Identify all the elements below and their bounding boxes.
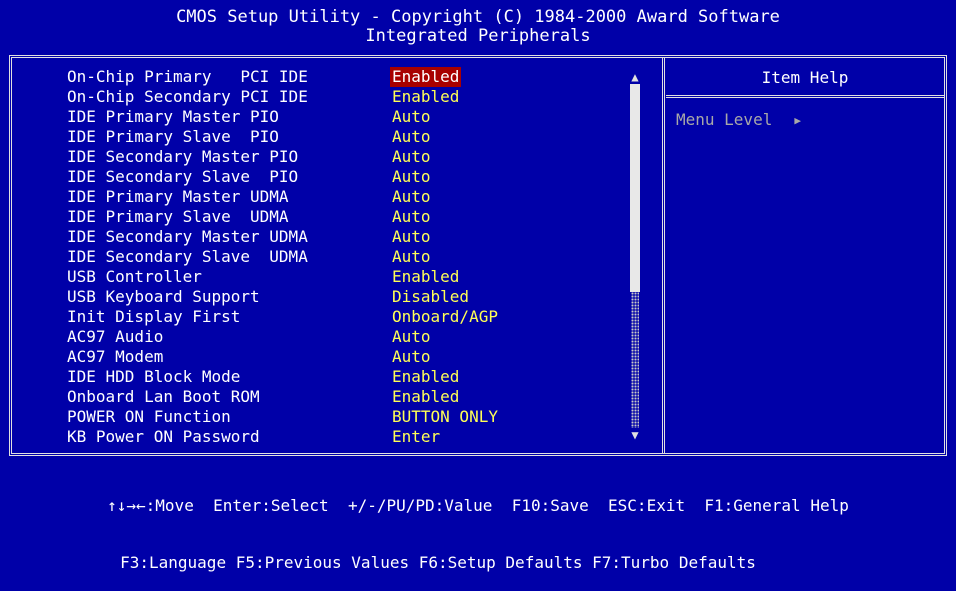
setting-row[interactable]: AC97 Modem Auto <box>67 347 647 367</box>
triangle-right-icon: ▶ <box>794 114 801 127</box>
setting-label: IDE Primary Master PIO <box>67 107 279 126</box>
setting-label: IDE Secondary Master PIO <box>67 147 299 166</box>
setting-row[interactable]: POWER ON Function BUTTON ONLY <box>67 407 647 427</box>
panel-divider <box>662 58 665 453</box>
settings-list: On-Chip Primary PCI IDE Enabled On-Chip Se… <box>67 67 647 447</box>
setting-label: IDE Primary Master UDMA <box>67 187 289 206</box>
setting-value[interactable]: Enabled <box>390 267 461 287</box>
setting-row[interactable]: AC97 Audio Auto <box>67 327 647 347</box>
setting-row[interactable]: IDE Secondary Slave PIO Auto <box>67 167 647 187</box>
footer-line-1: ↑↓→←:Move Enter:Select +/-/PU/PD:Value F… <box>107 496 849 515</box>
scroll-thumb[interactable] <box>630 84 640 292</box>
menu-level: Menu Level ▶ <box>676 110 801 131</box>
setting-label: IDE Secondary Slave PIO <box>67 167 299 186</box>
setting-label: USB Keyboard Support <box>67 287 260 306</box>
setting-value[interactable]: Auto <box>390 247 433 267</box>
setting-row[interactable]: On-Chip Primary PCI IDE Enabled <box>67 67 647 87</box>
key-help-footer: ↑↓→←:Move Enter:Select +/-/PU/PD:Value F… <box>0 458 956 591</box>
scrollbar[interactable]: ▲ ▼ <box>627 70 643 442</box>
setting-value[interactable]: Enabled <box>390 387 461 407</box>
setting-label: KB Power ON Password <box>67 427 260 446</box>
setting-value[interactable]: Enabled <box>390 87 461 107</box>
setting-row[interactable]: IDE Primary Master PIO Auto <box>67 107 647 127</box>
setting-row[interactable]: On-Chip Secondary PCI IDE Enabled <box>67 87 647 107</box>
setting-label: AC97 Modem <box>67 347 164 366</box>
setting-row[interactable]: Init Display First Onboard/AGP <box>67 307 647 327</box>
setting-label: IDE HDD Block Mode <box>67 367 241 386</box>
setting-row[interactable]: IDE Primary Slave PIO Auto <box>67 127 647 147</box>
scroll-down-icon[interactable]: ▼ <box>627 428 643 442</box>
setting-row[interactable]: USB Keyboard Support Disabled <box>67 287 647 307</box>
setting-label: AC97 Audio <box>67 327 164 346</box>
main-frame: On-Chip Primary PCI IDE Enabled On-Chip Se… <box>9 55 947 456</box>
setting-row[interactable]: IDE Primary Slave UDMA Auto <box>67 207 647 227</box>
setting-value[interactable]: Auto <box>390 227 433 247</box>
setting-value[interactable]: BUTTON ONLY <box>390 407 500 427</box>
setting-label: IDE Secondary Slave UDMA <box>67 247 308 266</box>
setting-row[interactable]: IDE HDD Block Mode Enabled <box>67 367 647 387</box>
setting-label: USB Controller <box>67 267 202 286</box>
setting-value[interactable]: Onboard/AGP <box>390 307 500 327</box>
scroll-track[interactable] <box>631 292 639 428</box>
setting-label: Onboard Lan Boot ROM <box>67 387 260 406</box>
setting-label: IDE Secondary Master UDMA <box>67 227 308 246</box>
setting-label: IDE Primary Slave UDMA <box>67 207 289 226</box>
menu-level-label: Menu Level <box>676 110 773 129</box>
window-title: CMOS Setup Utility - Copyright (C) 1984-… <box>0 0 956 52</box>
scroll-up-icon[interactable]: ▲ <box>627 70 643 84</box>
setting-value[interactable]: Auto <box>390 127 433 147</box>
setting-label: Init Display First <box>67 307 241 326</box>
setting-label: IDE Primary Slave PIO <box>67 127 279 146</box>
setting-value[interactable]: Disabled <box>390 287 471 307</box>
setting-label: On-Chip Primary PCI IDE <box>67 67 308 86</box>
app-title: CMOS Setup Utility - Copyright (C) 1984-… <box>176 7 780 27</box>
setting-value[interactable]: Auto <box>390 167 433 187</box>
footer-line-2: F3:Language F5:Previous Values F6:Setup … <box>120 553 756 572</box>
setting-value[interactable]: Enabled <box>390 67 462 87</box>
setting-row[interactable]: IDE Secondary Master UDMA Auto <box>67 227 647 247</box>
setting-row[interactable]: IDE Primary Master UDMA Auto <box>67 187 647 207</box>
setting-row[interactable]: KB Power ON Password Enter <box>67 427 647 447</box>
setting-row[interactable]: IDE Secondary Master PIO Auto <box>67 147 647 167</box>
setting-value[interactable]: Auto <box>390 187 433 207</box>
setting-label: On-Chip Secondary PCI IDE <box>67 87 308 106</box>
setting-value[interactable]: Enter <box>390 427 442 447</box>
setting-value[interactable]: Auto <box>390 347 433 367</box>
setting-value[interactable]: Auto <box>390 147 433 167</box>
page-title: Integrated Peripherals <box>365 26 591 46</box>
setting-row[interactable]: IDE Secondary Slave UDMA Auto <box>67 247 647 267</box>
setting-label: POWER ON Function <box>67 407 231 426</box>
setting-value[interactable]: Auto <box>390 107 433 127</box>
item-help-title: Item Help <box>666 58 944 98</box>
setting-row[interactable]: USB Controller Enabled <box>67 267 647 287</box>
setting-value[interactable]: Enabled <box>390 367 461 387</box>
setting-row[interactable]: Onboard Lan Boot ROM Enabled <box>67 387 647 407</box>
setting-value[interactable]: Auto <box>390 207 433 227</box>
setting-value[interactable]: Auto <box>390 327 433 347</box>
